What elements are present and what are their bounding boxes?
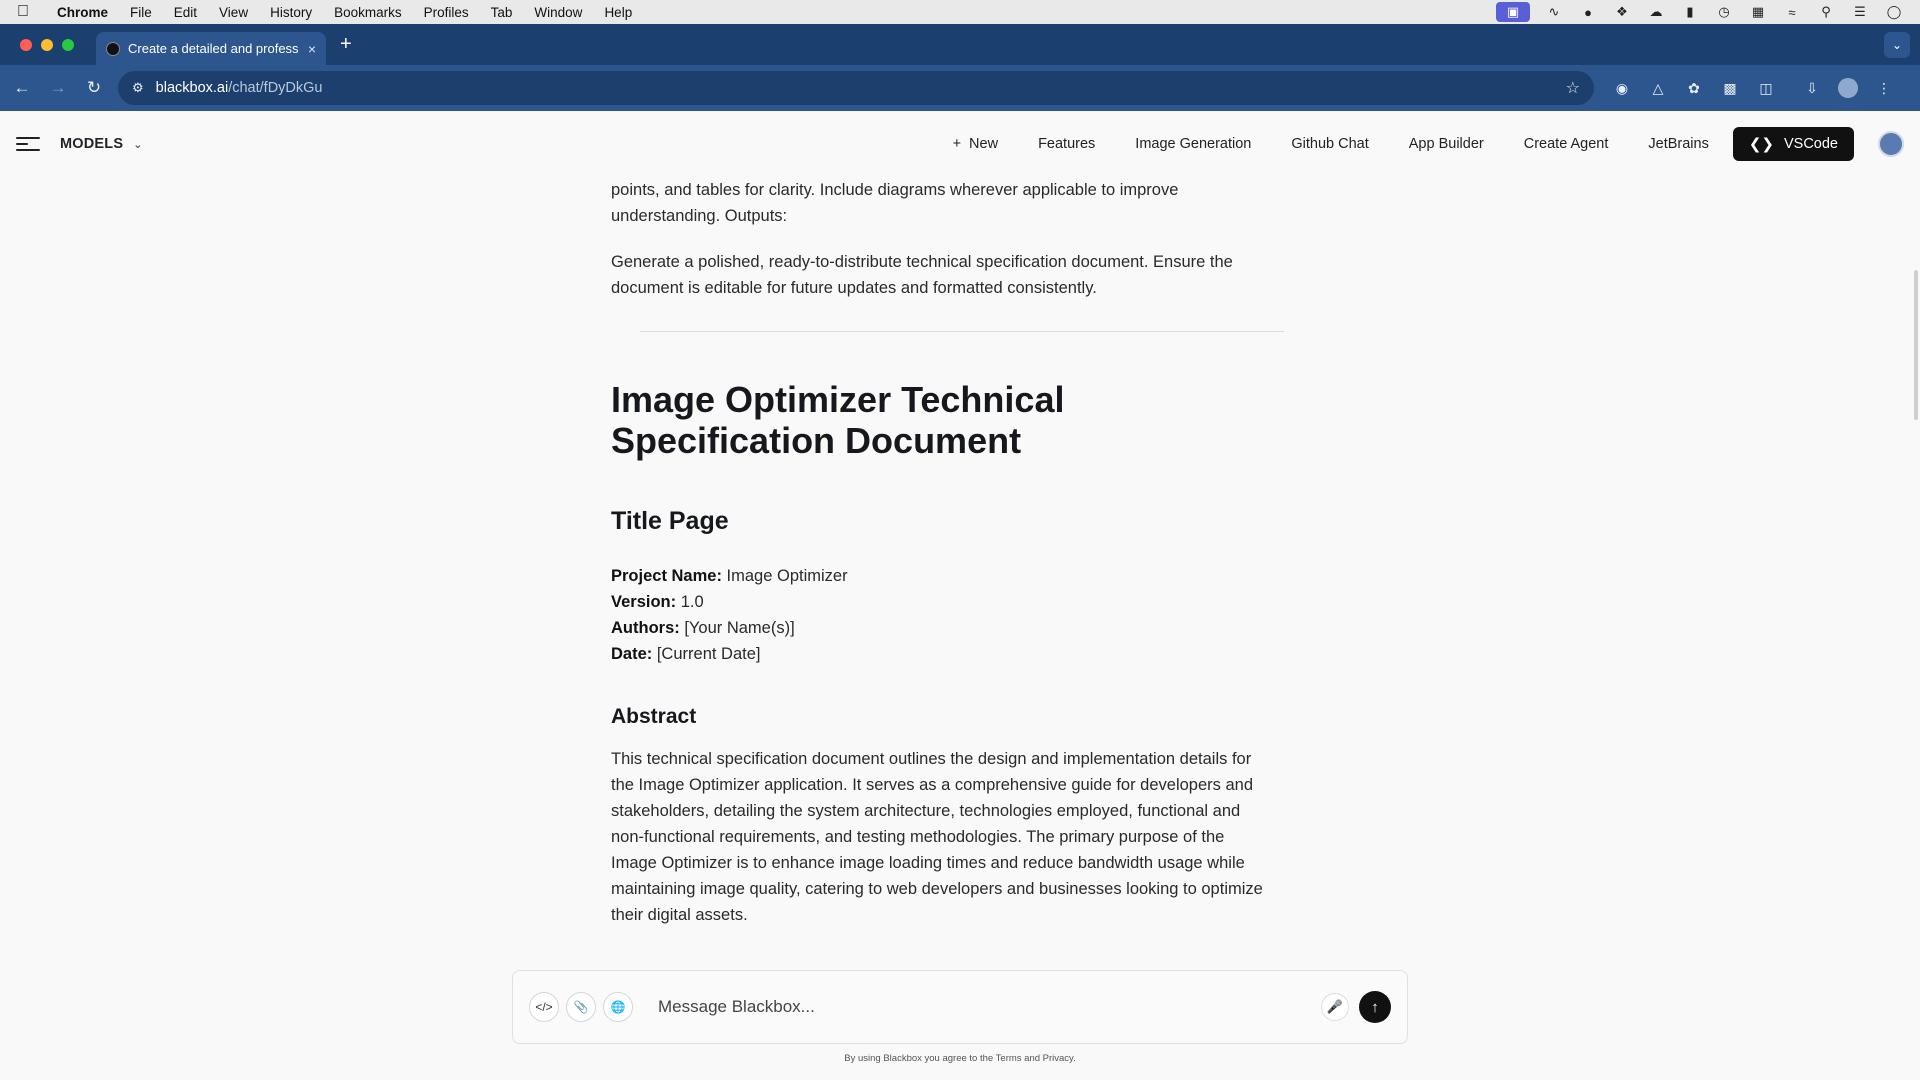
- extension-shield-icon[interactable]: ◉: [1612, 78, 1632, 98]
- models-dropdown[interactable]: MODELS ⌄: [60, 136, 143, 152]
- document-metadata: Project Name: Image Optimizer Version: 1…: [611, 563, 848, 667]
- message-input[interactable]: [658, 989, 1321, 1025]
- menu-help[interactable]: Help: [593, 5, 643, 20]
- scrollbar-thumb[interactable]: [1914, 270, 1918, 420]
- meta-project-name: Project Name: Image Optimizer: [611, 567, 848, 585]
- message-composer: </> 📎 🌐 🎤 ↑: [512, 970, 1408, 1044]
- forward-arrow-icon[interactable]: →: [40, 78, 76, 98]
- nav-github-chat[interactable]: Github Chat: [1271, 136, 1388, 152]
- chrome-menu-icon[interactable]: ⋮: [1874, 78, 1894, 98]
- tab-title: Create a detailed and profess: [128, 41, 299, 56]
- nav-jetbrains[interactable]: JetBrains: [1628, 136, 1728, 152]
- user-avatar[interactable]: [1878, 131, 1904, 157]
- url-domain: blackbox.ai: [155, 80, 229, 96]
- nav-image-generation[interactable]: Image Generation: [1115, 136, 1271, 152]
- audio-icon[interactable]: ∿: [1544, 4, 1564, 20]
- download-icon[interactable]: ⇩: [1802, 78, 1822, 98]
- app-status-icon[interactable]: ●: [1578, 4, 1598, 20]
- microphone-icon[interactable]: 🎤: [1321, 993, 1349, 1021]
- extension-color-icon[interactable]: ✿: [1684, 78, 1704, 98]
- wifi-icon[interactable]: ≈: [1782, 4, 1802, 20]
- extensions-area: ◉ △ ✿ ▩ ◫ ⇩ ⋮: [1612, 78, 1894, 98]
- abstract-paragraph: This technical specification document ou…: [611, 750, 1263, 924]
- status-icons: ▣ ∿ ● ❖ ☁ ▮ ◷ ▦ ≈ ⚲ ☰ ◯: [1496, 2, 1920, 22]
- new-chat-label: New: [969, 136, 999, 152]
- profile-avatar[interactable]: [1838, 78, 1858, 98]
- top-nav: + New Features Image Generation Github C…: [933, 127, 1904, 161]
- menu-chrome[interactable]: Chrome: [46, 5, 119, 20]
- vscode-label: VSCode: [1783, 136, 1838, 152]
- nav-app-builder[interactable]: App Builder: [1389, 136, 1504, 152]
- apple-menu-icon[interactable]: : [0, 3, 46, 21]
- minimize-window-button[interactable]: [41, 38, 53, 51]
- app-header: MODELS ⌄ + New Features Image Generation…: [0, 111, 1920, 177]
- browser-tab-active[interactable]: Create a detailed and profess ×: [96, 32, 326, 65]
- zoom-window-button[interactable]: [62, 38, 74, 51]
- meta-date: Date: [Current Date]: [611, 645, 761, 663]
- tab-search-chevron-icon[interactable]: ⌄: [1884, 31, 1910, 58]
- title-page-heading: Title Page: [611, 507, 729, 535]
- control-center-icon[interactable]: ☰: [1850, 4, 1870, 20]
- menu-tab[interactable]: Tab: [480, 5, 524, 20]
- web-search-globe-icon[interactable]: 🌐: [603, 992, 633, 1022]
- window-controls: [0, 38, 92, 51]
- nav-features[interactable]: Features: [1018, 136, 1115, 152]
- new-chat-button[interactable]: + New: [933, 136, 1018, 152]
- browser-tab-strip: Create a detailed and profess × + ⌄: [0, 24, 1920, 65]
- new-tab-button[interactable]: +: [340, 33, 352, 56]
- plus-icon: +: [952, 136, 962, 152]
- menu-file[interactable]: File: [119, 5, 163, 20]
- divider: [640, 331, 1284, 332]
- meta-version: Version: 1.0: [611, 593, 704, 611]
- attach-paperclip-icon[interactable]: 📎: [566, 992, 596, 1022]
- tab-close-icon[interactable]: ×: [308, 41, 316, 57]
- reload-icon[interactable]: ↻: [76, 78, 112, 98]
- models-label: MODELS: [60, 136, 124, 152]
- search-icon[interactable]: ⚲: [1816, 4, 1836, 20]
- timer-icon[interactable]: ◷: [1714, 4, 1734, 20]
- menu-window[interactable]: Window: [523, 5, 593, 20]
- browser-toolbar: ← → ↻ ⚙ blackbox.ai/chat/fDyDkGu ☆ ◉ △ ✿…: [0, 65, 1920, 111]
- bookmark-star-icon[interactable]: ☆: [1566, 78, 1580, 98]
- menu-profiles[interactable]: Profiles: [413, 5, 480, 20]
- battery-app-icon[interactable]: ▮: [1680, 4, 1700, 20]
- creative-cloud-icon[interactable]: ☁: [1646, 4, 1666, 20]
- address-bar[interactable]: ⚙ blackbox.ai/chat/fDyDkGu ☆: [118, 71, 1594, 105]
- extensions-puzzle-icon[interactable]: ◫: [1756, 78, 1776, 98]
- prompt-paragraph-2: Generate a polished, ready-to-distribute…: [611, 253, 1233, 297]
- blackbox-favicon-icon: [106, 41, 120, 56]
- meta-authors: Authors: [Your Name(s)]: [611, 619, 795, 637]
- siri-icon[interactable]: ◯: [1884, 4, 1904, 20]
- extension-drive-icon[interactable]: △: [1648, 78, 1668, 98]
- calendar-icon[interactable]: ▦: [1748, 4, 1768, 20]
- macos-menu-bar:  Chrome File Edit View History Bookmark…: [0, 0, 1920, 24]
- chevron-down-icon: ⌄: [133, 138, 143, 151]
- prompt-paragraph-1: points, and tables for clarity. Include …: [611, 181, 1179, 225]
- extension-box-icon[interactable]: ▩: [1720, 78, 1740, 98]
- menu-bookmarks[interactable]: Bookmarks: [323, 5, 413, 20]
- menu-edit[interactable]: Edit: [163, 5, 208, 20]
- send-button[interactable]: ↑: [1359, 991, 1391, 1023]
- url-path: /chat/fDyDkGu: [228, 80, 323, 96]
- nav-create-agent[interactable]: Create Agent: [1504, 136, 1629, 152]
- code-icon[interactable]: </>: [529, 992, 559, 1022]
- site-settings-icon[interactable]: ⚙: [132, 80, 144, 96]
- dropbox-icon[interactable]: ❖: [1612, 4, 1632, 20]
- document-title: Image Optimizer Technical Specification …: [611, 379, 1065, 461]
- abstract-heading: Abstract: [611, 705, 697, 728]
- terms-footnote: By using Blackbox you agree to the Terms…: [844, 1053, 1076, 1064]
- sidebar-toggle-icon[interactable]: [16, 137, 40, 151]
- back-arrow-icon[interactable]: ←: [4, 78, 40, 98]
- menu-history[interactable]: History: [259, 5, 323, 20]
- menu-view[interactable]: View: [208, 5, 259, 20]
- close-window-button[interactable]: [20, 38, 32, 51]
- vscode-button[interactable]: ❮❯ VSCode: [1732, 127, 1854, 161]
- vscode-logo-icon: ❮❯: [1748, 136, 1774, 153]
- screen-share-icon[interactable]: ▣: [1496, 2, 1530, 22]
